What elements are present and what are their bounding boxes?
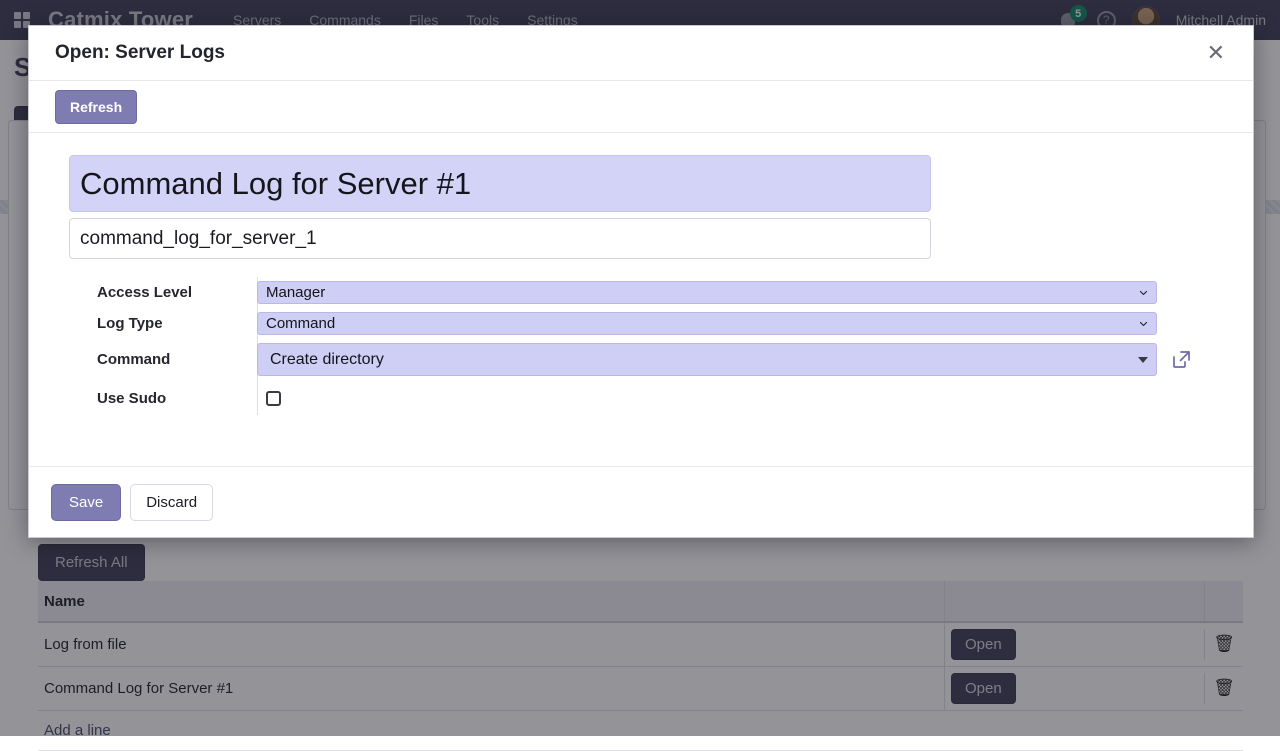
refresh-button[interactable]: Refresh bbox=[55, 90, 137, 124]
discard-button[interactable]: Discard bbox=[130, 484, 213, 521]
record-technical-name-input[interactable]: command_log_for_server_1 bbox=[69, 218, 931, 259]
log-type-select[interactable]: Command bbox=[257, 312, 1157, 335]
log-type-value: Command bbox=[266, 315, 335, 332]
close-icon[interactable]: ✕ bbox=[1201, 40, 1231, 66]
field-command: Create directory bbox=[257, 343, 1227, 376]
field-use-sudo bbox=[257, 385, 1227, 406]
label-log-type: Log Type bbox=[69, 315, 257, 332]
chevron-down-icon bbox=[1139, 288, 1148, 297]
access-level-select[interactable]: Manager bbox=[257, 281, 1157, 304]
command-select[interactable]: Create directory bbox=[257, 343, 1157, 376]
dialog-title: Open: Server Logs bbox=[55, 42, 225, 64]
dialog-toolbar: Refresh bbox=[29, 81, 1253, 133]
record-form: Access Level Manager Log Type Command bbox=[69, 281, 1227, 407]
access-level-value: Manager bbox=[266, 284, 325, 301]
command-value: Create directory bbox=[270, 351, 384, 369]
field-access-level: Manager bbox=[257, 281, 1227, 304]
chevron-down-icon bbox=[1139, 319, 1148, 328]
use-sudo-checkbox[interactable] bbox=[266, 391, 281, 406]
label-use-sudo: Use Sudo bbox=[69, 384, 257, 407]
label-command: Command bbox=[69, 351, 257, 368]
dialog-footer: Save Discard bbox=[29, 466, 1253, 537]
save-button[interactable]: Save bbox=[51, 484, 121, 521]
dialog-body: Command Log for Server #1 command_log_fo… bbox=[29, 133, 1253, 466]
open-server-logs-dialog: Open: Server Logs ✕ Refresh Command Log … bbox=[28, 25, 1254, 538]
record-display-name[interactable]: Command Log for Server #1 bbox=[69, 155, 931, 212]
field-log-type: Command bbox=[257, 312, 1227, 335]
caret-down-icon bbox=[1138, 357, 1148, 363]
external-link-icon[interactable] bbox=[1169, 348, 1193, 372]
label-access-level: Access Level bbox=[69, 284, 257, 301]
dialog-header: Open: Server Logs ✕ bbox=[29, 26, 1253, 81]
